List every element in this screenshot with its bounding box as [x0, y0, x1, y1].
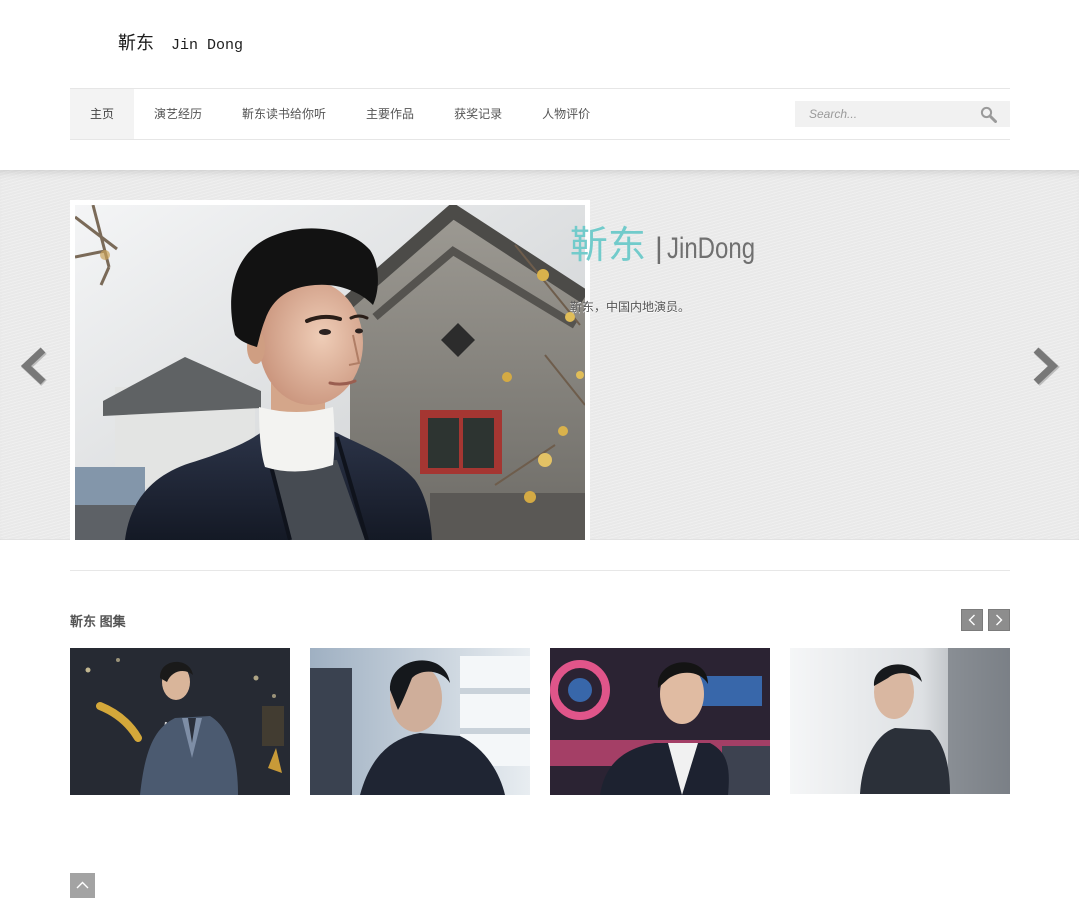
nav-item-career[interactable]: 演艺经历	[134, 89, 222, 139]
gallery-image[interactable]	[310, 648, 530, 795]
hero-title-en: JinDong	[666, 232, 755, 265]
section-divider	[70, 570, 1010, 571]
gallery-prev-button[interactable]	[961, 609, 983, 631]
chevron-left-icon	[968, 614, 975, 626]
search-box	[795, 101, 1010, 127]
back-to-top-button[interactable]	[70, 873, 95, 898]
search-input[interactable]	[795, 101, 965, 127]
gallery-image[interactable]	[550, 648, 770, 795]
main-nav: 主页 演艺经历 靳东读书给你听 主要作品 获奖记录 人物评价	[70, 88, 1010, 140]
hero-image	[75, 205, 585, 540]
site-title-cn: 靳东	[118, 33, 154, 54]
gallery-title: 靳东 图集	[70, 614, 126, 629]
chevron-left-icon[interactable]	[16, 344, 50, 388]
search-icon[interactable]	[980, 106, 997, 123]
gallery-image[interactable]	[790, 648, 1010, 795]
chevron-up-icon	[76, 881, 89, 889]
nav-item-home[interactable]: 主页	[70, 89, 135, 139]
page: 靳东 Jin Dong 主页 演艺经历 靳东读书给你听 主要作品 获奖记录 人物评…	[0, 0, 1079, 914]
nav-item-reading[interactable]: 靳东读书给你听	[222, 89, 346, 139]
site-title-link[interactable]: 靳东 Jin Dong	[118, 32, 243, 56]
site-title-en: Jin Dong	[171, 37, 244, 54]
hero-heading: 靳东 | JinDong	[570, 222, 777, 268]
hero-title-separator: |	[655, 232, 663, 265]
chevron-right-icon	[996, 614, 1003, 626]
nav-item-works[interactable]: 主要作品	[346, 89, 434, 139]
chevron-right-icon[interactable]	[1029, 344, 1063, 388]
nav-item-reviews[interactable]: 人物评价	[522, 89, 610, 139]
hero-title-cn: 靳东	[570, 223, 647, 267]
hero-image-frame	[70, 200, 590, 540]
nav-item-awards[interactable]: 获奖记录	[434, 89, 522, 139]
hero-slider: 靳东 | JinDong 靳东，中国内地演员。	[0, 170, 1079, 540]
gallery-image[interactable]	[70, 648, 290, 795]
gallery-next-button[interactable]	[988, 609, 1010, 631]
hero-description: 靳东，中国内地演员。	[570, 300, 691, 314]
